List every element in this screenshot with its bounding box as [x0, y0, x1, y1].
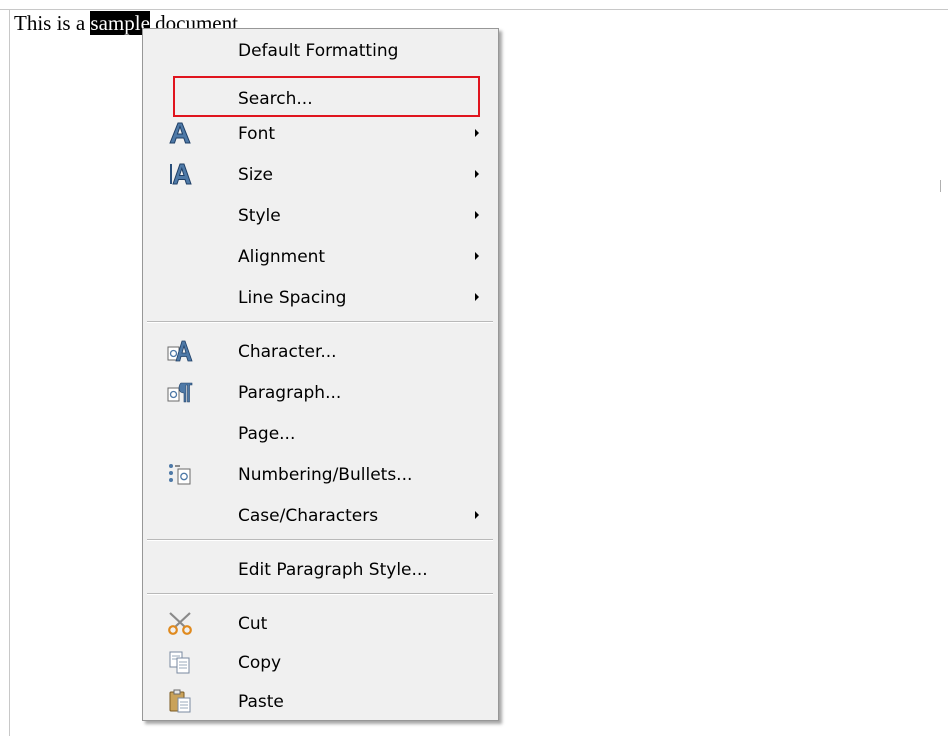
menu-item-label: Cut: [238, 614, 268, 634]
menu-item-label: Numbering/Bullets...: [238, 465, 413, 485]
menu-item-paragraph[interactable]: Paragraph...: [143, 373, 498, 413]
submenu-arrow-icon: [475, 252, 479, 260]
menu-item-label: Paragraph...: [238, 383, 342, 403]
paste-icon: [167, 688, 193, 714]
submenu-arrow-icon: [475, 293, 479, 301]
character-icon: [167, 338, 193, 364]
text-cursor: [940, 180, 941, 192]
submenu-arrow-icon: [475, 170, 479, 178]
menu-item-label: Character...: [238, 342, 337, 362]
menu-item-label: Paste: [238, 692, 284, 712]
document-left-border: [9, 9, 10, 736]
menu-item-line-spacing[interactable]: Line Spacing: [143, 278, 498, 318]
menu-item-default-formatting[interactable]: Default Formatting: [143, 31, 498, 71]
submenu-arrow-icon: [475, 129, 479, 137]
menu-item-label: Edit Paragraph Style...: [238, 560, 428, 580]
menu-item-label: Case/Characters: [238, 506, 379, 526]
font-icon: [167, 120, 193, 146]
menu-item-label: Style: [238, 206, 281, 226]
menu-item-label: Default Formatting: [238, 41, 399, 61]
menu-item-size[interactable]: Size: [143, 155, 498, 195]
submenu-arrow-icon: [475, 211, 479, 219]
menu-item-alignment[interactable]: Alignment: [143, 237, 498, 277]
menu-item-label: Alignment: [238, 247, 326, 267]
menu-separator: [147, 321, 493, 323]
menu-separator: [147, 539, 493, 541]
menu-item-paste[interactable]: Paste: [143, 682, 498, 722]
menu-item-character[interactable]: Character...: [143, 332, 498, 372]
highlight-box: [173, 76, 480, 117]
menu-item-label: Page...: [238, 424, 296, 444]
copy-icon: [167, 649, 193, 675]
menu-item-label: Size: [238, 165, 273, 185]
selected-word[interactable]: sample: [90, 11, 150, 35]
menu-item-label: Line Spacing: [238, 288, 347, 308]
submenu-arrow-icon: [475, 511, 479, 519]
context-menu: Default Formatting Search... Font Size S…: [142, 28, 499, 721]
menu-item-page[interactable]: Page...: [143, 414, 498, 454]
menu-item-style[interactable]: Style: [143, 196, 498, 236]
numbering-bullets-icon: [167, 461, 193, 487]
menu-separator: [147, 593, 493, 595]
paragraph-icon: [167, 379, 193, 405]
menu-item-cut[interactable]: Cut: [143, 604, 498, 644]
menu-item-copy[interactable]: Copy: [143, 643, 498, 683]
font-size-icon: [167, 161, 193, 187]
menu-item-font[interactable]: Font: [143, 114, 498, 154]
menu-item-case-characters[interactable]: Case/Characters: [143, 496, 498, 536]
document-text-before: This is a: [14, 11, 91, 35]
menu-item-numbering-bullets[interactable]: Numbering/Bullets...: [143, 455, 498, 495]
menu-item-edit-paragraph-style[interactable]: Edit Paragraph Style...: [143, 550, 498, 590]
cut-icon: [167, 610, 193, 636]
menu-item-label: Font: [238, 124, 276, 144]
menu-item-label: Copy: [238, 653, 282, 673]
